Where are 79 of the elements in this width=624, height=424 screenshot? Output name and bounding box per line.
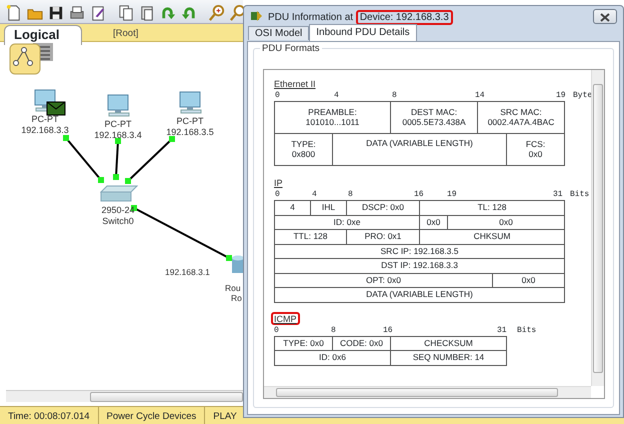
bit-offset-label: 16 [383,326,393,336]
device-name-label: 192.168.3.4 [94,130,142,140]
section-title: ICMP [271,312,300,324]
field-cell: DEST MAC: 0005.5E73.438A [390,102,478,134]
link-cable [113,138,121,180]
status-cell[interactable]: Power Cycle Devices [98,407,206,424]
bit-offset-label: 14 [475,91,485,101]
field-cell: FCS: 0x0 [506,134,565,166]
unit-label: Bits [517,326,536,336]
field-cell: SRC MAC: 0002.4A7A.4BAC [478,102,565,134]
field-cell: TL: 128 [420,200,565,215]
field-cell: ID: 0xe [274,215,420,230]
bit-offset-label: 4 [334,91,339,101]
field-cell: 0x0 [492,273,565,288]
router-icon[interactable] [232,256,243,273]
tab[interactable]: Inbound PDU Details [309,24,417,41]
field-cell: DATA (VARIABLE LENGTH) [274,288,565,302]
bit-offset-label: 0 [275,91,280,101]
field-cell: TYPE: 0x800 [274,134,332,166]
workspace-path: [Root] [113,27,138,41]
bit-offset-label: 4 [312,190,317,200]
copy-icon[interactable] [117,4,135,22]
close-icon [600,13,610,22]
field-cell: 4 [274,200,310,215]
bit-offset-label: 0 [275,190,280,200]
field-cell: DATA (VARIABLE LENGTH) [332,134,507,166]
field-cell: PREAMBLE: 101010...1011 [274,102,391,134]
field-cell: SRC IP: 192.168.3.5 [274,244,565,258]
field-cell: CHKSUM [420,230,565,244]
bit-offset-label: 19 [447,190,457,200]
field-cell: 0x0 [420,215,448,230]
vertical-scrollbar[interactable] [591,70,604,386]
unit-label: Bits [570,190,590,200]
unit-label: Byte [573,91,592,101]
field-cell: IHL [310,200,346,215]
device-model-label: PC-PT [104,119,132,129]
device-name-label: 192.168.3.3 [21,125,69,135]
close-button[interactable] [593,9,617,24]
bit-offset-label: 0 [274,326,279,336]
device-model-label: Rou [225,283,241,293]
device-model-label: PC-PT [32,114,58,124]
bit-offset-label: 31 [497,326,507,336]
status-cell[interactable]: PLAY [205,407,237,424]
field-cell: TTL: 128 [274,230,346,244]
field-cell: SEQ NUMBER: 14 [390,350,506,365]
save-icon[interactable] [47,4,65,22]
bit-offset-label: 19 [556,91,566,101]
packet-icon [250,10,263,22]
device-model-label: 2950-24 [101,205,135,215]
field-cell: ID: 0x6 [274,350,390,365]
logical-tab[interactable]: Logical [4,25,82,45]
field-cell: TYPE: 0x0 [274,336,332,350]
bit-offset-label: 8 [392,91,397,101]
device-model-label: PC-PT [176,116,204,126]
field-cell: OPT: 0x0 [274,273,492,288]
section-title: Ethernet II [273,78,317,90]
bit-offset-label: 31 [553,190,563,200]
horizontal-scrollbar[interactable] [264,386,591,398]
ip-address-label: 192.168.3.1 [165,267,210,277]
bit-offset-label: 8 [331,326,336,336]
bit-offset-label: 16 [414,190,424,200]
bit-offset-label: 8 [348,190,353,200]
field-cell: 0x0 [448,215,565,230]
field-cell: PRO: 0x1 [346,230,420,244]
tab[interactable]: OSI Model [248,26,310,40]
field-cell: DSCP: 0x0 [346,200,420,215]
device-name-label: Switch0 [102,216,134,226]
horizontal-scrollbar[interactable] [6,390,243,402]
device-name-label: 192.168.3.5 [166,127,214,137]
zoom-in-icon[interactable] [208,4,226,22]
device-name-label: Ro [231,293,242,303]
switch-icon[interactable] [100,186,138,202]
logical-view-icon[interactable] [10,44,40,74]
field-cell: CODE: 0x0 [332,336,390,350]
field-cell: DST IP: 192.168.3.3 [274,258,565,273]
section-title: IP [273,177,284,189]
field-cell: CHECKSUM [390,336,506,350]
status-cell: Time: 00:08:07.014 [0,407,99,424]
window-title: PDU Information at [268,12,354,23]
